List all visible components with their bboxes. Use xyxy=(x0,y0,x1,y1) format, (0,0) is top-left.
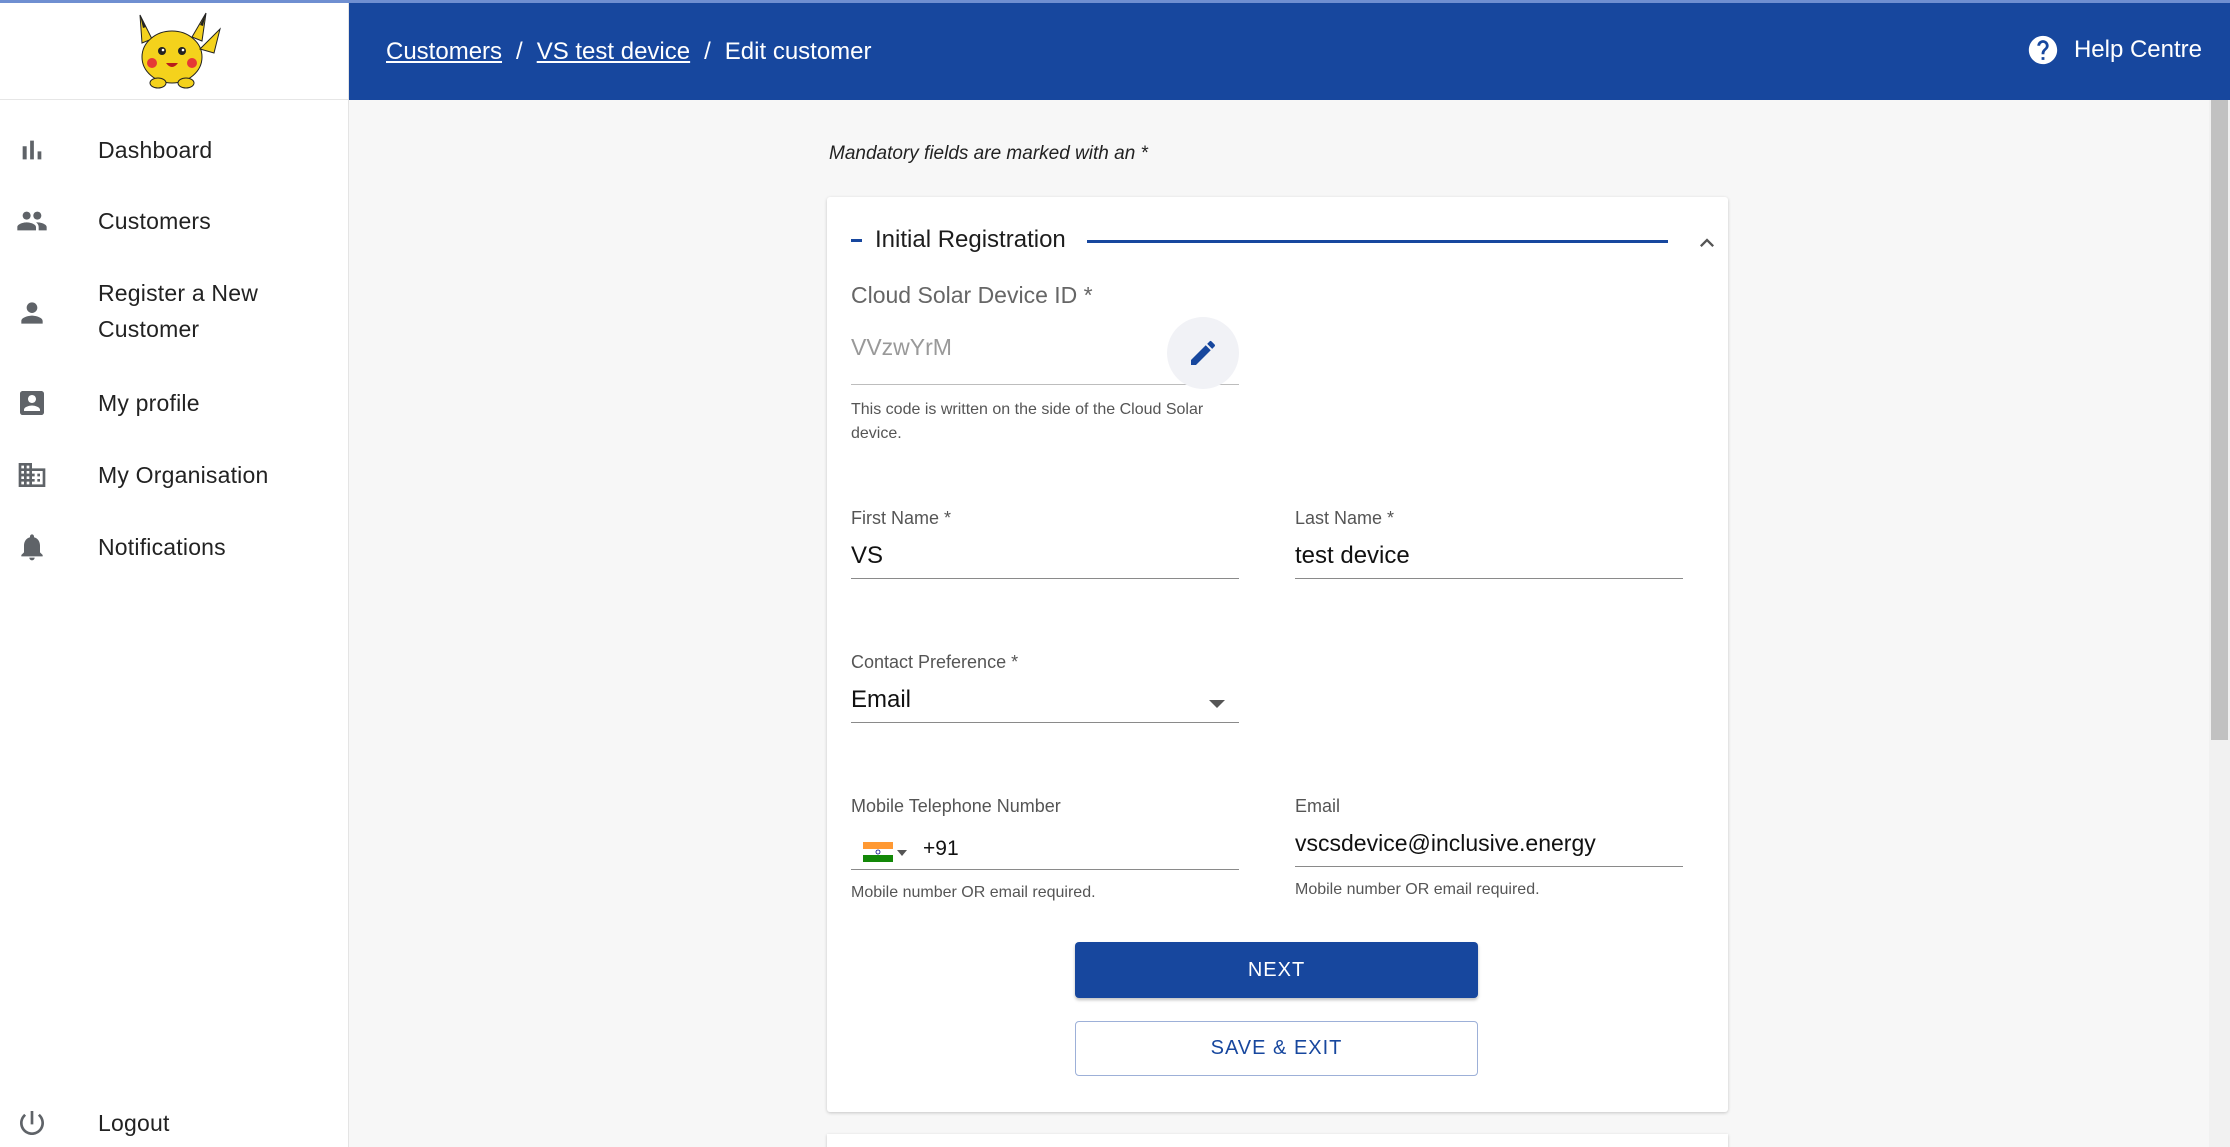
collapse-button[interactable] xyxy=(1693,229,1721,257)
sidebar-item-register-customer[interactable]: Register a New Customer xyxy=(0,275,349,351)
email-underline xyxy=(1295,866,1683,867)
chevron-up-icon xyxy=(1700,238,1714,247)
device-id-underline xyxy=(851,384,1239,385)
breadcrumb-separator: / xyxy=(704,38,711,65)
sidebar-item-my-organisation[interactable]: My Organisation xyxy=(0,455,349,495)
breadcrumb-customers-link[interactable]: Customers xyxy=(386,38,502,65)
breadcrumb-current: Edit customer xyxy=(724,38,872,65)
logout-button[interactable]: Logout xyxy=(0,1103,349,1143)
help-centre-link[interactable]: Help Centre xyxy=(2026,33,2202,67)
next-section-card xyxy=(827,1134,1728,1147)
top-header: Customers / VS test device / Edit customer H… xyxy=(349,3,2230,100)
country-dropdown-icon xyxy=(897,850,907,856)
pikachu-logo[interactable] xyxy=(122,9,226,93)
india-flag-icon[interactable] xyxy=(863,842,893,862)
sidebar-item-label: Register a New Customer xyxy=(98,280,259,342)
sidebar-item-label: Notifications xyxy=(98,534,226,560)
dropdown-arrow-icon xyxy=(1209,700,1225,708)
first-name-label: First Name * xyxy=(851,508,952,528)
sidebar-item-my-profile[interactable]: My profile xyxy=(0,383,349,423)
breadcrumb-separator: / xyxy=(516,38,523,65)
contact-preference-label: Contact Preference * xyxy=(851,652,1019,672)
device-id-helper: This code is written on the side of the … xyxy=(851,401,1204,442)
email-label: Email xyxy=(1295,796,1341,816)
breadcrumb-customer-link[interactable]: VS test device xyxy=(537,38,690,65)
sidebar-item-customers[interactable]: Customers xyxy=(0,201,349,241)
last-name-label: Last Name * xyxy=(1295,508,1395,528)
people-icon xyxy=(14,203,50,239)
section-header: Initial Registration xyxy=(851,221,1714,261)
device-id-field: VVzwYrM xyxy=(851,334,952,360)
mobile-helper: Mobile number OR email required. xyxy=(851,884,1096,901)
mobile-input[interactable]: +91 xyxy=(923,837,959,861)
contact-card-icon xyxy=(14,385,50,421)
sidebar-item-label: Customers xyxy=(98,208,211,234)
sidebar-item-notifications[interactable]: Notifications xyxy=(0,527,349,567)
next-button[interactable]: NEXT xyxy=(1075,942,1478,998)
person-icon xyxy=(14,295,50,331)
sidebar-item-label: My Organisation xyxy=(98,462,269,488)
sidebar: Dashboard Customers Register a New Custo… xyxy=(0,3,349,1147)
bar-chart-icon xyxy=(14,132,50,168)
email-helper: Mobile number OR email required. xyxy=(1295,881,1540,898)
first-name-input[interactable]: VS xyxy=(851,542,883,570)
section-title: Initial Registration xyxy=(875,226,1066,253)
sidebar-item-dashboard[interactable]: Dashboard xyxy=(0,130,349,170)
mobile-label: Mobile Telephone Number xyxy=(851,796,1061,816)
breadcrumb: Customers / VS test device / Edit customer xyxy=(386,36,872,68)
help-icon xyxy=(2028,35,2058,65)
last-name-input[interactable]: test device xyxy=(1295,542,1410,570)
logo-area xyxy=(0,3,348,100)
pencil-icon xyxy=(1191,340,1216,365)
scrollbar-thumb[interactable] xyxy=(2211,100,2228,740)
power-icon xyxy=(14,1105,50,1141)
contact-preference-value: Email xyxy=(851,686,912,713)
sidebar-item-label: My profile xyxy=(98,390,200,416)
email-input[interactable]: vscsdevice@inclusive.energy xyxy=(1295,830,1596,857)
section-dash xyxy=(851,239,862,242)
contact-preference-select[interactable]: Email xyxy=(851,686,1239,720)
bell-icon xyxy=(14,529,50,565)
device-id-label: Cloud Solar Device ID * xyxy=(851,282,1093,308)
mobile-underline xyxy=(851,869,1239,870)
save-exit-button[interactable]: SAVE & EXIT xyxy=(1075,1021,1478,1076)
last-name-underline xyxy=(1295,578,1683,579)
contact-preference-underline xyxy=(851,722,1239,723)
edit-device-id-button[interactable] xyxy=(1167,317,1239,389)
registration-card: Initial Registration Cloud Solar Device … xyxy=(827,197,1728,1112)
help-centre-label: Help Centre xyxy=(2073,36,2202,63)
section-divider xyxy=(1087,240,1668,243)
logout-label: Logout xyxy=(98,1110,170,1136)
building-icon xyxy=(14,457,50,493)
sidebar-item-label: Dashboard xyxy=(98,137,213,163)
mandatory-note: Mandatory fields are marked with an * xyxy=(829,143,1148,164)
main-content: Mandatory fields are marked with an * In… xyxy=(349,100,2209,1147)
first-name-underline xyxy=(851,578,1239,579)
